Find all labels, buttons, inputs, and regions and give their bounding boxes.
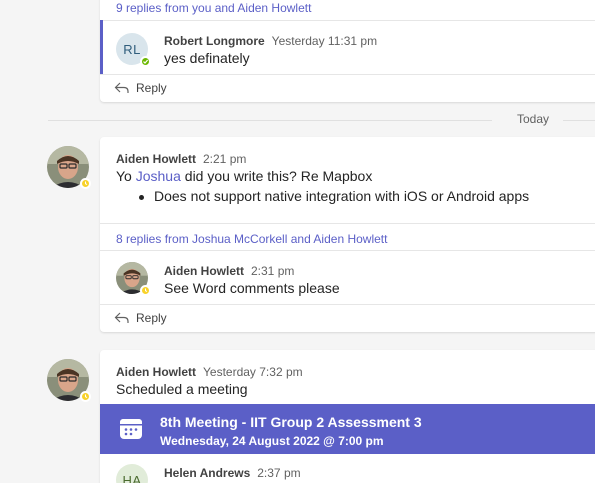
- avatar-helen-andrews[interactable]: HA: [116, 464, 148, 483]
- away-status-icon: [80, 178, 91, 189]
- author-name[interactable]: Aiden Howlett: [116, 152, 196, 166]
- author-name[interactable]: Robert Longmore: [164, 34, 265, 48]
- author-name[interactable]: Aiden Howlett: [116, 365, 196, 379]
- available-status-icon: [140, 56, 151, 67]
- author-name[interactable]: Aiden Howlett: [164, 264, 244, 278]
- timestamp: 2:31 pm: [251, 264, 295, 278]
- reply-message: See Word comments please: [164, 280, 340, 296]
- message-text-prefix: Yo: [116, 168, 136, 184]
- avatar-initials: RL: [123, 41, 141, 57]
- reply-label: Reply: [136, 81, 167, 95]
- thread-card-3: Aiden Howlett Yesterday 7:32 pm Scheduled…: [100, 350, 595, 483]
- reply-meta: Aiden Howlett 2:31 pm: [164, 262, 294, 280]
- timestamp: 2:37 pm: [257, 466, 301, 480]
- avatar-robert-longmore[interactable]: RL: [116, 33, 151, 67]
- thread-card-1: 9 replies from you and Aiden Howlett RL …: [100, 0, 595, 102]
- mention-joshua[interactable]: Joshua: [136, 168, 181, 184]
- author-name[interactable]: Helen Andrews: [164, 466, 250, 480]
- meeting-datetime: Wednesday, 24 August 2022 @ 7:00 pm: [160, 434, 384, 448]
- timestamp: Yesterday 7:32 pm: [203, 365, 303, 379]
- new-reply-indicator: [100, 20, 103, 74]
- bullet-item: Does not support native integration with…: [136, 188, 529, 204]
- replies-summary-link[interactable]: 9 replies from you and Aiden Howlett: [116, 1, 311, 15]
- avatar-aiden-howlett[interactable]: [116, 262, 151, 296]
- divider: [100, 20, 595, 21]
- thread-card-2: Aiden Howlett 2:21 pm Yo Joshua did you w…: [100, 137, 595, 332]
- message-meta: Aiden Howlett 2:21 pm: [116, 150, 246, 168]
- message-body: Yo Joshua did you write this? Re Mapbox: [116, 168, 372, 184]
- avatar-aiden-howlett[interactable]: [47, 146, 91, 189]
- reply-label: Reply: [136, 311, 167, 325]
- divider: [100, 74, 595, 75]
- day-separator: Today: [48, 111, 595, 129]
- calendar-icon: [120, 419, 142, 439]
- avatar-initials: HA: [122, 472, 142, 483]
- divider: [100, 250, 595, 251]
- separator-line: [563, 120, 595, 121]
- message-body: Scheduled a meeting: [116, 381, 248, 397]
- bullet-list: Does not support native integration with…: [136, 188, 529, 204]
- meeting-card[interactable]: 8th Meeting - IIT Group 2 Assessment 3 W…: [100, 404, 595, 454]
- timestamp: Yesterday 11:31 pm: [271, 34, 378, 48]
- message-text-suffix: did you write this? Re Mapbox: [180, 168, 373, 184]
- reply-meta: Robert Longmore Yesterday 11:31 pm: [164, 32, 377, 50]
- meeting-title: 8th Meeting - IIT Group 2 Assessment 3: [160, 414, 422, 430]
- message-meta: Aiden Howlett Yesterday 7:32 pm: [116, 363, 303, 381]
- away-status-icon: [140, 285, 151, 296]
- reply-message: yes definately: [164, 50, 250, 66]
- reply-icon: [114, 312, 129, 323]
- divider: [100, 304, 595, 305]
- day-separator-label: Today: [517, 112, 550, 126]
- reply-button[interactable]: Reply: [114, 311, 167, 325]
- away-status-icon: [80, 391, 91, 402]
- divider: [100, 223, 595, 224]
- replies-summary-link[interactable]: 8 replies from Joshua McCorkell and Aide…: [116, 232, 387, 246]
- separator-line: [48, 120, 492, 121]
- timestamp: 2:21 pm: [203, 152, 247, 166]
- avatar-aiden-howlett[interactable]: [47, 359, 91, 402]
- reply-meta: Helen Andrews 2:37 pm: [164, 464, 301, 482]
- reply-button[interactable]: Reply: [114, 81, 167, 95]
- reply-icon: [114, 82, 129, 93]
